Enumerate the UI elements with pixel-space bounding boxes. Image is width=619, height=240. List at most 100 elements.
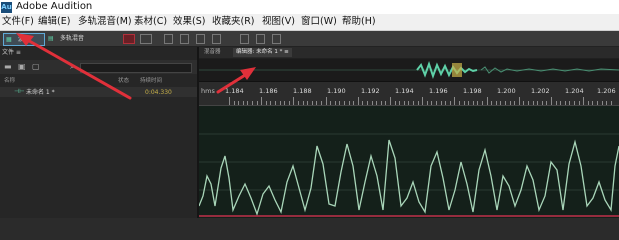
ruler-tick: [339, 101, 341, 105]
ruler-tick: [334, 101, 336, 105]
new-file-icon[interactable]: ▢: [32, 62, 40, 72]
menu-file[interactable]: 文件(F): [2, 14, 34, 30]
razor-tool-icon[interactable]: [180, 34, 189, 44]
ruler-tick-label: 1.194: [395, 87, 414, 95]
ruler-tick-label: 1.202: [531, 87, 550, 95]
ruler-tick: [394, 101, 396, 105]
ruler-tick: [413, 101, 414, 105]
ruler-tick: [367, 101, 368, 105]
multitrack-view-label: 多轨混音: [60, 35, 85, 42]
ruler-tick: [307, 101, 309, 105]
overview-waveform[interactable]: [199, 59, 619, 82]
ruler-tick: [321, 101, 322, 105]
ruler-tick: [560, 101, 562, 105]
ruler-tick: [422, 97, 424, 105]
ruler-tick-label: 1.186: [259, 87, 278, 95]
ruler-tick: [348, 101, 350, 105]
ruler-tick: [477, 101, 479, 105]
ruler-tick: [518, 97, 520, 105]
ruler-tick: [472, 101, 474, 105]
ruler-tick: [399, 101, 401, 105]
ruler-tick: [463, 101, 465, 105]
ruler-tick: [431, 101, 433, 105]
menu-help[interactable]: 帮助(H): [342, 14, 376, 30]
ruler-tick: [528, 101, 529, 105]
overview-wave-graphic: [199, 60, 619, 80]
search-icon[interactable]: ⌕: [70, 62, 74, 72]
column-status[interactable]: 状态: [118, 77, 129, 86]
ruler-tick: [311, 101, 313, 105]
waveform-view-button[interactable]: ▦ 波形: [3, 33, 45, 46]
ruler-tick: [252, 101, 253, 105]
pitch-display-icon[interactable]: [140, 34, 152, 44]
ruler-tick: [376, 101, 378, 105]
ruler-tick: [330, 101, 332, 105]
ruler-tick: [357, 97, 359, 105]
ruler-tick: [587, 101, 589, 105]
ruler-tick: [574, 101, 575, 105]
ruler-tick: [468, 101, 470, 105]
multitrack-view-button[interactable]: ▤ 多轨混音: [46, 33, 94, 44]
ruler-tick: [601, 101, 603, 105]
ruler-tick: [532, 101, 534, 105]
ruler-tick: [298, 101, 299, 105]
ruler-tick: [482, 101, 483, 105]
ruler-tick-label: 1.192: [361, 87, 380, 95]
ruler-tick: [242, 101, 244, 105]
ruler-tick-label: 1.198: [463, 87, 482, 95]
files-panel-tab[interactable]: 文件 ≡: [2, 48, 21, 58]
audio-file-icon: ⊣⊢: [14, 88, 25, 95]
multitrack-icon: ▤: [48, 35, 54, 42]
menu-window[interactable]: 窗口(W): [301, 14, 337, 30]
waveform-graphic: [198, 133, 619, 217]
ruler-tick: [284, 101, 286, 105]
ruler-tick: [385, 101, 387, 105]
ruler-tick: [408, 101, 410, 105]
time-ruler[interactable]: hms 1.184 1.186 1.188 1.190 1.192 1.194 …: [199, 82, 619, 106]
ruler-tick: [390, 97, 391, 105]
ruler-tick: [261, 97, 263, 105]
move-tool-icon[interactable]: [164, 34, 173, 44]
ruler-tick: [509, 101, 511, 105]
ruler-tick: [514, 101, 516, 105]
import-file-icon[interactable]: ▣: [18, 62, 26, 72]
spot-healing-tool-icon[interactable]: [272, 34, 281, 44]
menu-edit[interactable]: 编辑(E): [38, 14, 70, 30]
file-row[interactable]: ⊣⊢ 未命名 1 * 0:04.330: [0, 87, 197, 97]
title-bar: Au Adobe Audition: [0, 0, 619, 14]
tab-mixer[interactable]: 混音器: [201, 48, 224, 57]
menu-multitrack[interactable]: 多轨混音(M): [78, 14, 132, 30]
brush-tool-icon[interactable]: [256, 34, 265, 44]
column-name[interactable]: 名称: [4, 77, 15, 86]
ruler-tick: [564, 101, 566, 105]
open-folder-icon[interactable]: ▬: [4, 62, 12, 72]
ruler-tick: [592, 101, 594, 105]
menu-favorites[interactable]: 收藏夹(R): [212, 14, 255, 30]
slip-tool-icon[interactable]: [196, 34, 205, 44]
search-input[interactable]: [80, 63, 192, 73]
ruler-tick: [583, 97, 585, 105]
lasso-tool-icon[interactable]: [240, 34, 249, 44]
ruler-unit-label: hms: [201, 87, 215, 95]
waveform-icon: ▦: [6, 36, 12, 43]
menu-clip[interactable]: 素材(C): [134, 14, 167, 30]
ruler-tick: [325, 97, 327, 105]
column-duration[interactable]: 持续时间: [140, 77, 162, 86]
app-logo-icon: Au: [1, 2, 12, 13]
ruler-tick: [610, 101, 612, 105]
ruler-tick: [486, 97, 488, 105]
ruler-tick: [449, 101, 451, 105]
ruler-tick: [537, 101, 539, 105]
menu-effects[interactable]: 效果(S): [173, 14, 205, 30]
ruler-tick: [495, 101, 497, 105]
time-selection-tool-icon[interactable]: [212, 34, 221, 44]
ruler-tick: [353, 101, 355, 105]
spectral-display-icon[interactable]: [123, 34, 135, 44]
tab-editor[interactable]: 编辑器: 未命名 1 * ≡: [233, 48, 292, 57]
ruler-tick: [238, 101, 240, 105]
menu-view[interactable]: 视图(V): [262, 14, 295, 30]
waveform-view-label: 波形: [18, 36, 31, 43]
toolbar: ▦ 波形 ▤ 多轨混音: [0, 31, 619, 47]
file-duration: 0:04.330: [145, 89, 172, 96]
waveform-display[interactable]: [198, 106, 619, 218]
